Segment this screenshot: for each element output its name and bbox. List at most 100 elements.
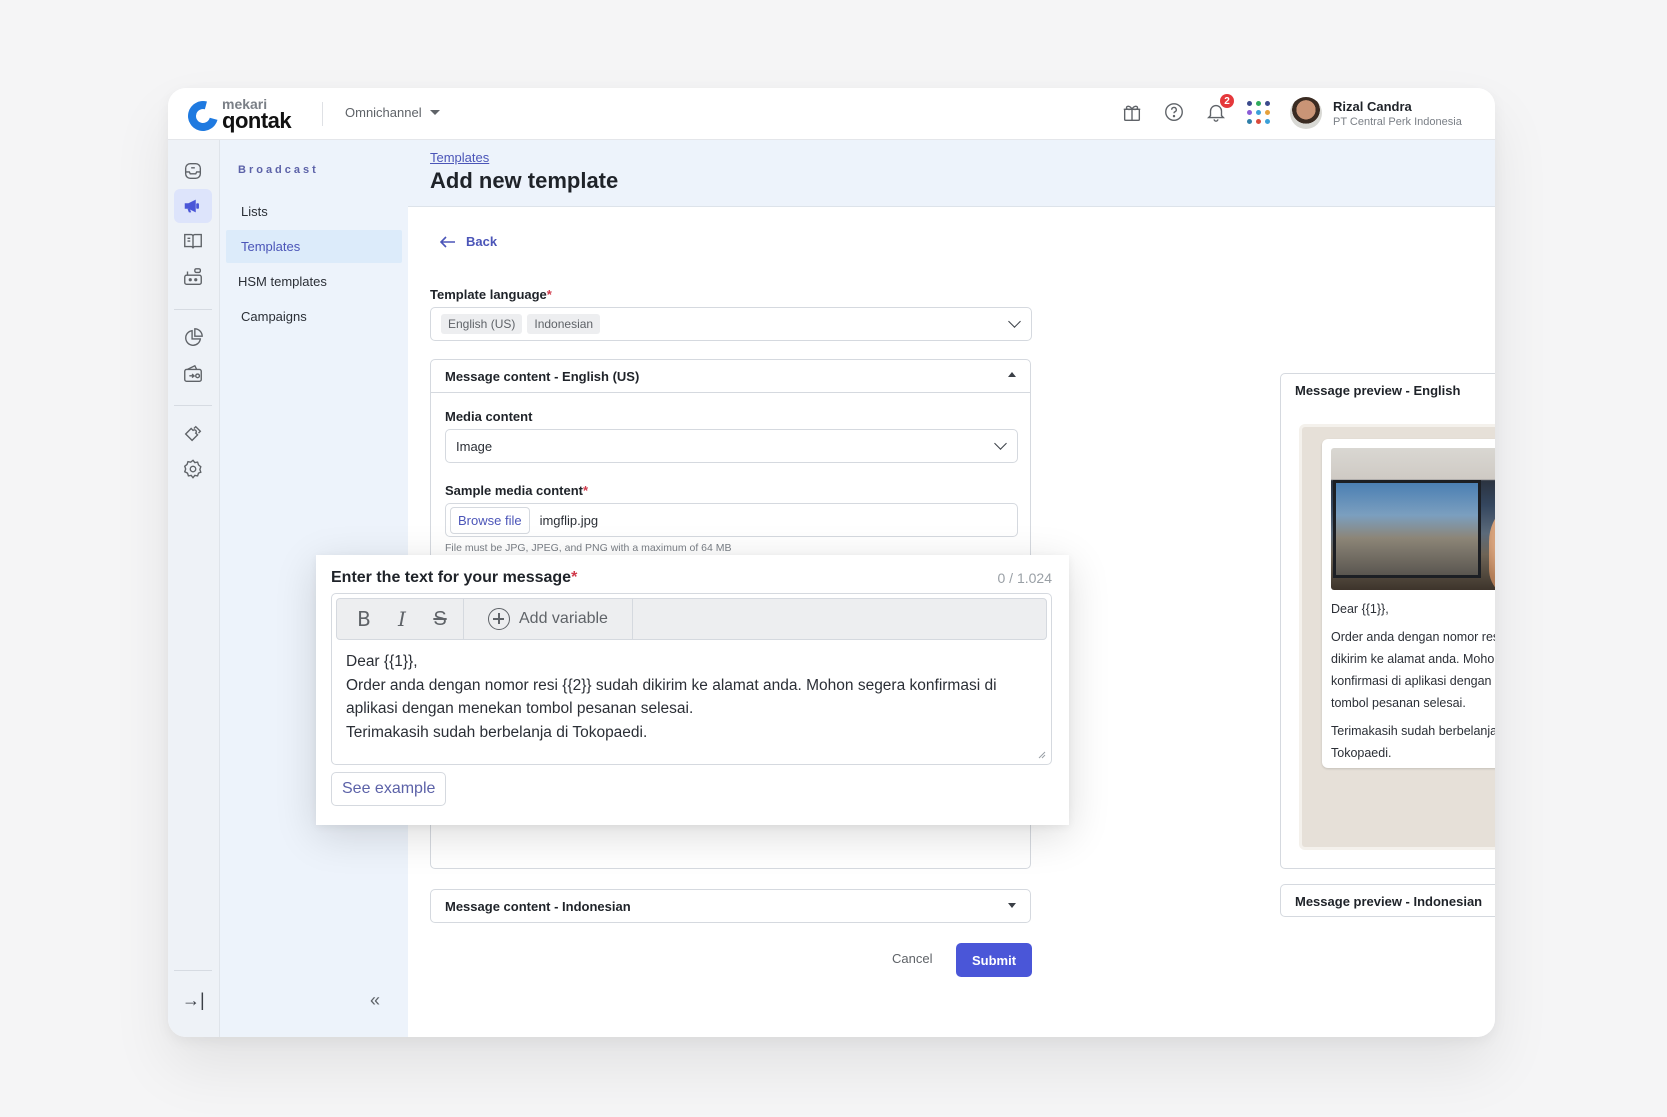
page-title: Add new template — [430, 168, 619, 193]
file-hint: File must be JPG, JPEG, and PNG with a m… — [445, 542, 732, 554]
browse-file-button[interactable]: Browse file — [450, 506, 530, 534]
subnav-item-lists[interactable]: Lists — [226, 195, 402, 228]
bold-button[interactable]: B — [345, 598, 383, 640]
rail-item-broadcast[interactable] — [174, 189, 212, 223]
page-header: Templates Add new template — [408, 140, 1495, 207]
submit-button[interactable]: Submit — [956, 943, 1032, 977]
notifications-button[interactable]: 2 — [1204, 94, 1234, 124]
rail-item-settings[interactable] — [174, 452, 212, 486]
rail-item-reports[interactable] — [174, 321, 212, 355]
chat-background: Dear {{1}}, Order anda dengan nomor resi… — [1299, 424, 1495, 850]
cancel-button[interactable]: Cancel — [892, 951, 932, 966]
gift-icon — [1123, 105, 1141, 121]
message-bubble: Dear {{1}}, Order anda dengan nomor resi… — [1322, 439, 1495, 768]
rail-divider — [174, 970, 212, 971]
chevron-up-icon — [1008, 372, 1016, 377]
editor-toolbar: B I S Add variable — [336, 598, 1047, 640]
collapse-sidebar-button[interactable]: « — [370, 990, 380, 1011]
logo-mark-icon — [182, 95, 224, 137]
message-content-en-header[interactable]: Message content - English (US) — [431, 360, 1030, 393]
message-editor: B I S Add variable Dear {{1}}, Order and… — [331, 593, 1052, 765]
media-content-value: Image — [456, 438, 493, 454]
italic-button[interactable]: I — [383, 598, 421, 640]
gear-icon — [183, 459, 202, 479]
preview-id-header[interactable]: Message preview - Indonesian — [1281, 885, 1495, 917]
toolbar-divider — [631, 599, 633, 639]
rail-divider — [174, 405, 212, 406]
apps-grid-dot — [1246, 100, 1252, 106]
message-editor-panel: Enter the text for your message* 0 / 1.0… — [316, 555, 1069, 825]
user-menu[interactable]: Rizal Candra PT Central Perk Indonesia — [1290, 97, 1462, 129]
caret-down-icon — [429, 110, 440, 115]
back-label: Back — [466, 234, 498, 249]
inbox-icon — [184, 162, 202, 180]
message-content-id-accordion: Message content - Indonesian — [430, 889, 1031, 923]
message-editor-label: Enter the text for your message* — [331, 569, 578, 586]
file-name: imgflip.jpg — [539, 512, 599, 528]
toolbar-divider — [463, 599, 464, 639]
gift-button[interactable] — [1120, 100, 1144, 124]
double-chevron-left-icon: « — [370, 990, 381, 1010]
apps-grid-dot — [1264, 100, 1270, 106]
back-button[interactable]: Back — [440, 234, 497, 249]
accordion-title: Message content - Indonesian — [445, 899, 631, 914]
apps-grid-dot — [1246, 109, 1252, 115]
add-variable-button[interactable]: Add variable — [468, 598, 628, 640]
notification-badge: 2 — [1220, 94, 1234, 108]
rail-divider — [174, 309, 212, 310]
subnav-item-hsm-templates[interactable]: HSM templates — [226, 265, 402, 298]
preview-title: Message preview - English — [1295, 382, 1461, 398]
language-chip[interactable]: English (US) — [441, 314, 523, 334]
message-textarea[interactable]: Dear {{1}}, Order anda dengan nomor resi… — [346, 650, 1037, 744]
caret-down-icon — [1008, 903, 1016, 908]
topbar-actions: 2 — [1120, 94, 1270, 124]
expand-icon: →| — [182, 990, 205, 1010]
language-chip[interactable]: Indonesian — [527, 314, 601, 334]
rail-item-integrations[interactable] — [174, 417, 212, 451]
puzzle-icon — [184, 425, 202, 442]
sample-media-file-input[interactable]: Browse file imgflip.jpg — [445, 503, 1018, 537]
strikethrough-button[interactable]: S — [421, 598, 459, 640]
apps-grid-dot — [1255, 100, 1261, 106]
expand-sidebar-button[interactable]: →| — [182, 990, 205, 1011]
apps-grid-dot — [1264, 118, 1270, 124]
rail-item-inbox[interactable] — [174, 154, 212, 188]
qontak-logo[interactable]: mekari qontak — [182, 94, 308, 137]
apps-grid-dot — [1246, 118, 1252, 124]
rail-item-knowledge[interactable] — [174, 224, 212, 258]
product-switcher[interactable]: Omnichannel — [345, 105, 440, 120]
topbar-divider — [322, 102, 323, 126]
plus-circle-icon — [488, 608, 510, 630]
apps-grid-dot — [1264, 109, 1270, 115]
preview-en-header[interactable]: Message preview - English — [1281, 374, 1495, 406]
template-language-select[interactable]: English (US) Indonesian — [430, 307, 1032, 341]
message-content-id-header[interactable]: Message content - Indonesian — [431, 890, 1030, 923]
bubble-paragraph: Dear {{1}}, — [1331, 602, 1389, 616]
see-example-button[interactable]: See example — [331, 772, 447, 806]
template-language-label: Template language* — [430, 287, 552, 302]
subnav-item-templates[interactable]: Templates — [226, 230, 402, 263]
add-variable-label: Add variable — [519, 610, 608, 627]
breadcrumb-templates[interactable]: Templates — [430, 150, 489, 165]
accordion-title: Message content - English (US) — [445, 368, 640, 384]
media-content-label: Media content — [445, 409, 533, 424]
avatar — [1290, 97, 1322, 129]
rail-item-bot[interactable] — [174, 260, 212, 294]
preview-title: Message preview - Indonesian — [1295, 893, 1483, 909]
subnav-item-label: Templates — [241, 239, 301, 254]
media-content-select[interactable]: Image — [445, 429, 1018, 463]
chevron-down-icon — [1008, 315, 1021, 328]
subnav-item-campaigns[interactable]: Campaigns — [226, 300, 402, 333]
resize-handle-icon[interactable] — [1036, 749, 1046, 759]
icon-rail: →| — [168, 140, 220, 1037]
help-icon — [1165, 103, 1183, 121]
help-button[interactable] — [1162, 100, 1186, 124]
apps-grid-dot — [1255, 118, 1261, 124]
user-name: Rizal Candra — [1333, 98, 1412, 114]
apps-button[interactable] — [1246, 100, 1270, 124]
strikethrough-icon: S — [433, 607, 447, 630]
chevron-down-icon — [994, 437, 1007, 450]
rail-item-billing[interactable] — [174, 357, 212, 391]
italic-icon: I — [398, 607, 406, 631]
sample-media-label: Sample media content* — [445, 483, 589, 498]
